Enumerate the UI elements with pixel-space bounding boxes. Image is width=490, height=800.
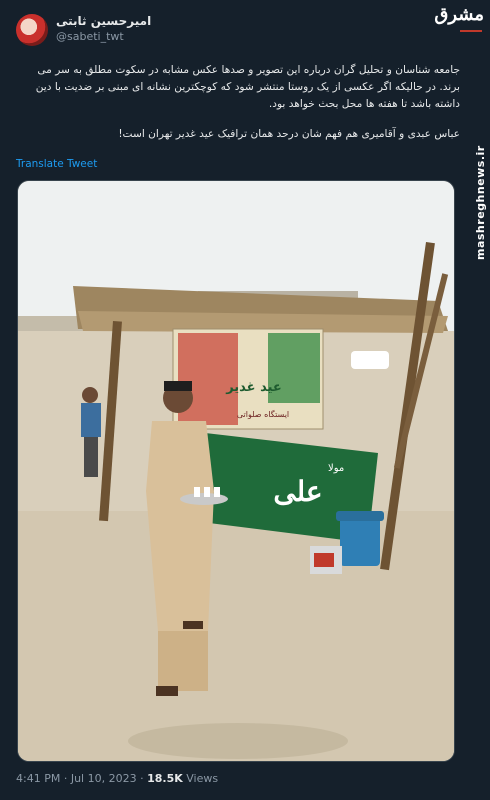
tea-glass [214, 487, 220, 497]
tweet-paragraph-1: جامعه شناسان و تحلیل گران درباره این تصو… [35, 64, 460, 110]
site-watermark: مشرق [430, 0, 490, 48]
red-package [314, 553, 334, 567]
user-handle[interactable]: @sabeti_twt [56, 30, 151, 43]
tweet-photo[interactable]: عید غدیر ایستگاه صلواتی مولا علی [17, 180, 455, 762]
tweet-time[interactable]: 4:41 PM [16, 772, 60, 785]
man-robe [146, 421, 214, 631]
white-car [351, 351, 389, 369]
meta-separator: · [63, 772, 68, 785]
tweet-body: جامعه شناسان و تحلیل گران درباره این تصو… [16, 62, 460, 143]
green-banner-big-text: علی [273, 475, 322, 508]
man-trousers [158, 631, 208, 691]
child-shirt [81, 403, 101, 437]
man-hair [164, 381, 192, 391]
water-cooler [340, 516, 380, 566]
water-cooler-lid [336, 511, 384, 521]
child-pants [84, 437, 98, 477]
green-banner-small-text: مولا [328, 463, 344, 474]
tea-glass [204, 487, 210, 497]
tweet-header: امیرحسین ثابتی @sabeti_twt [16, 10, 474, 54]
display-name[interactable]: امیرحسین ثابتی [56, 14, 151, 28]
author-info[interactable]: امیرحسین ثابتی @sabeti_twt [56, 14, 151, 43]
tea-glass [194, 487, 200, 497]
tweet-paragraph-2: عباس عبدی و آقامیری هم فهم شان درحد همان… [118, 128, 460, 140]
child-head [82, 387, 98, 403]
tweet-metadata: 4:41 PM · Jul 10, 2023 · 18.5K Views [16, 772, 218, 785]
avatar[interactable] [16, 14, 48, 46]
poster-title: عید غدیر [225, 380, 282, 395]
tweet-date[interactable]: Jul 10, 2023 [71, 772, 137, 785]
views-count[interactable]: 18.5K [147, 772, 183, 785]
man-sandal-left [156, 686, 178, 696]
meta-separator: · [140, 772, 144, 785]
watermark-accent [460, 30, 482, 32]
photo-scene: عید غدیر ایستگاه صلواتی مولا علی [18, 181, 454, 761]
watermark-site-text: mashreghnews.ir [474, 145, 487, 260]
translate-tweet-link[interactable]: Translate Tweet [16, 158, 97, 170]
watermark-logo: مشرق [434, 4, 485, 25]
poster-figure [178, 333, 238, 425]
views-label: Views [186, 772, 219, 785]
ground-shadow [128, 723, 348, 759]
poster-subtitle: ایستگاه صلواتی [237, 409, 289, 419]
man-sandal-right [183, 621, 203, 629]
